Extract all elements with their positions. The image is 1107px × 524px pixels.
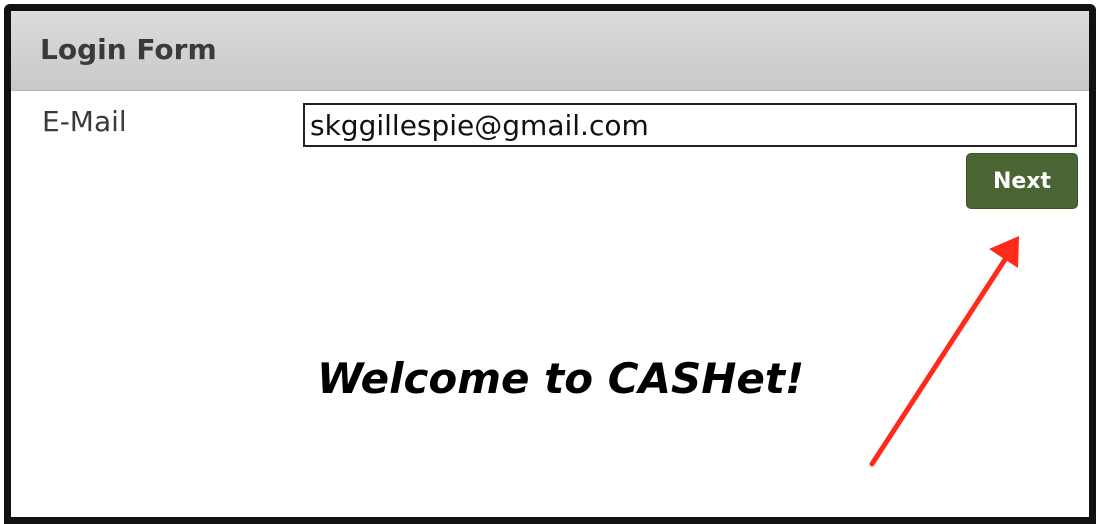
red-arrow-icon — [869, 236, 1019, 467]
